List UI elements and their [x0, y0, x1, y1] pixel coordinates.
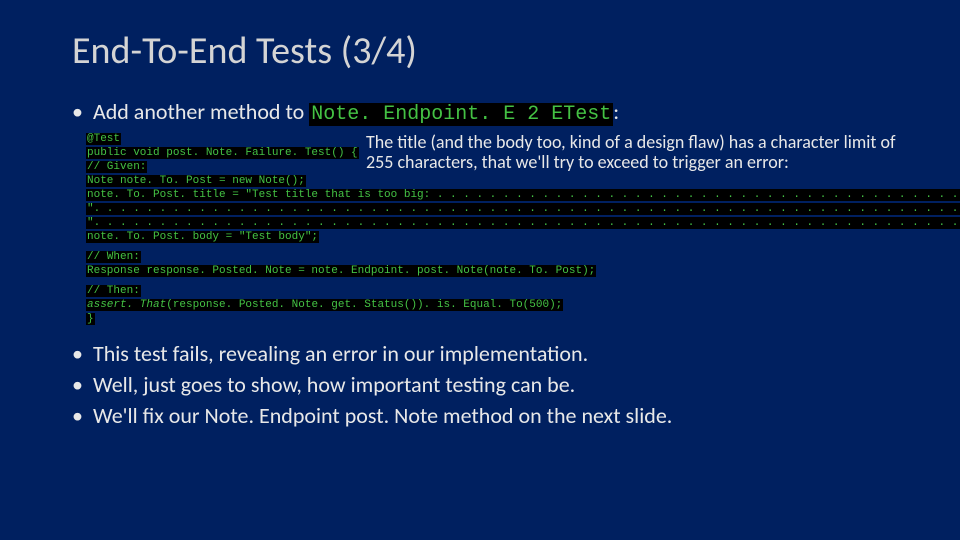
slide: End-To-End Tests (3/4) • Add another met… — [0, 0, 960, 540]
code-l9: // When: — [86, 251, 141, 263]
code-l6: ". . . . . . . . . . . . . . . . . . . .… — [86, 203, 960, 215]
bullet-2: • Well, just goes to show, how important… — [72, 371, 888, 398]
bullet-3: • We'll fix our Note. Endpoint post. Not… — [72, 402, 888, 429]
intro-prefix: Add another method to — [93, 98, 309, 125]
bullet-3-text: We'll fix our Note. Endpoint post. Note … — [93, 402, 888, 429]
intro-suffix: : — [613, 98, 619, 125]
code-l4: Note note. To. Post = new Note(); — [86, 175, 306, 187]
intro-bullet: • Add another method to Note. Endpoint. … — [72, 98, 888, 126]
bullet-1: • This test fails, revealing an error in… — [72, 340, 888, 367]
slide-title: End-To-End Tests (3/4) — [72, 28, 888, 74]
code-l12a: assert. That — [87, 299, 166, 311]
code-l12b: (response. Posted. Note. get. Status()).… — [166, 299, 562, 311]
bullet-dot: • — [72, 343, 83, 365]
code-l11: // Then: — [86, 285, 141, 297]
code-l3: // Given: — [86, 161, 147, 173]
bullet-dot: • — [72, 405, 83, 427]
bullet-dot: • — [72, 374, 83, 396]
intro-text: Add another method to Note. Endpoint. E … — [93, 98, 888, 126]
bullet-dot: • — [72, 101, 83, 123]
code-block: The title (and the body too, kind of a d… — [86, 132, 888, 326]
code-l13: } — [86, 313, 95, 325]
code-l5: note. To. Post. title = "Test title that… — [86, 189, 960, 201]
bullet-2-text: Well, just goes to show, how important t… — [93, 371, 888, 398]
bullet-1-text: This test fails, revealing an error in o… — [93, 340, 888, 367]
code-l1: @Test — [86, 133, 121, 145]
code-l10: Response response. Posted. Note = note. … — [86, 265, 596, 277]
code-annotation: The title (and the body too, kind of a d… — [366, 132, 926, 172]
code-l2: public void post. Note. Failure. Test() … — [86, 147, 359, 159]
code-l8: note. To. Post. body = "Test body"; — [86, 231, 319, 243]
intro-classname: Note. Endpoint. E 2 ETest — [309, 103, 613, 126]
code-l7: ". . . . . . . . . . . . . . . . . . . .… — [86, 217, 960, 229]
